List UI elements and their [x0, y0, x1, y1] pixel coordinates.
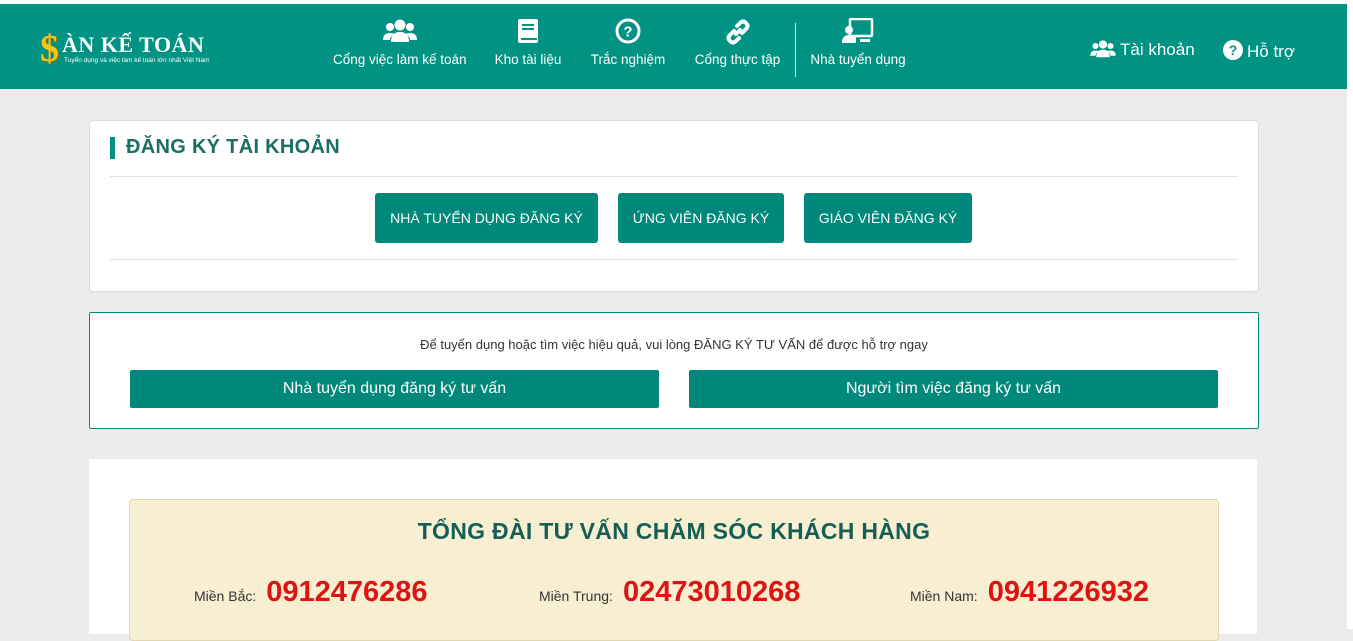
title-accent-bar	[110, 137, 115, 159]
question-circle-icon: ?	[1223, 40, 1243, 60]
region-label: Miền Trung:	[539, 588, 613, 604]
book-icon	[494, 18, 562, 46]
site-logo[interactable]: $ ÀN KẾ TOÁN Tuyển dụng và việc làm kế t…	[40, 30, 240, 70]
advice-text: Để tuyển dụng hoặc tìm việc hiệu quả, vu…	[420, 337, 928, 352]
hotline-north: Miền Bắc: 0912476286	[194, 576, 428, 609]
region-label: Miền Bắc:	[194, 588, 257, 604]
users-icon	[333, 18, 466, 46]
register-card: ĐĂNG KÝ TÀI KHOẢN NHÀ TUYỂN DỤNG ĐĂNG KÝ…	[89, 120, 1259, 292]
header: $ ÀN KẾ TOÁN Tuyển dụng và việc làm kế t…	[0, 4, 1347, 89]
seeker-advice-button[interactable]: Người tìm việc đăng ký tư vấn	[689, 370, 1218, 408]
page-edge	[1347, 0, 1353, 629]
hotline-title: TỔNG ĐÀI TƯ VẤN CHĂM SÓC KHÁCH HÀNG	[417, 518, 931, 544]
candidate-register-button[interactable]: ỨNG VIÊN ĐĂNG KÝ	[618, 193, 784, 243]
logo-dollar: $	[40, 28, 59, 70]
nav-divider	[795, 23, 796, 77]
advice-card: Để tuyển dụng hoặc tìm việc hiệu quả, vu…	[89, 312, 1259, 429]
nav-item-employer[interactable]: Nhà tuyển dụng	[810, 18, 906, 78]
phone-number[interactable]: 0941226932	[988, 576, 1149, 608]
employer-advice-button[interactable]: Nhà tuyển dụng đăng ký tư vấn	[130, 370, 659, 408]
users-icon	[1090, 40, 1116, 58]
nav-item-documents[interactable]: Kho tài liệu	[494, 18, 562, 78]
phone-number[interactable]: 02473010268	[623, 576, 800, 608]
divider	[110, 176, 1238, 177]
hotline-box: TỔNG ĐÀI TƯ VẤN CHĂM SÓC KHÁCH HÀNG Miền…	[129, 499, 1219, 641]
nav-item-quiz[interactable]: ? Trắc nghiệm	[590, 18, 666, 78]
nav-label: Cổng thực tập	[694, 52, 781, 67]
link-icon	[694, 18, 781, 46]
logo-tagline: Tuyển dụng và việc làm kế toán lớn nhất …	[64, 57, 210, 64]
nav-label: Trắc nghiệm	[590, 52, 666, 67]
hotline-central: Miền Trung: 02473010268	[539, 576, 800, 609]
hotline-south: Miền Nam: 0941226932	[910, 576, 1149, 609]
employer-register-button[interactable]: NHÀ TUYỂN DỤNG ĐĂNG KÝ	[375, 193, 598, 243]
nav-item-accounting-jobs[interactable]: Cổng việc làm kế toán	[333, 18, 467, 78]
teacher-register-button[interactable]: GIÁO VIÊN ĐĂNG KÝ	[804, 193, 972, 243]
logo-name: ÀN KẾ TOÁN	[62, 32, 205, 57]
question-circle-icon: ?	[590, 18, 666, 46]
support-label: Hỗ trợ	[1247, 42, 1295, 61]
account-link[interactable]: Tài khoản	[1090, 40, 1195, 60]
account-label: Tài khoản	[1120, 40, 1195, 59]
presentation-icon	[810, 18, 906, 46]
svg-text:?: ?	[1229, 42, 1238, 58]
support-link[interactable]: ? Hỗ trợ	[1223, 40, 1295, 62]
svg-text:?: ?	[623, 24, 632, 41]
nav-item-internship[interactable]: Cổng thực tập	[694, 18, 781, 78]
nav-label: Cổng việc làm kế toán	[333, 52, 467, 67]
hotline-card: TỔNG ĐÀI TƯ VẤN CHĂM SÓC KHÁCH HÀNG Miền…	[89, 459, 1257, 641]
phone-number[interactable]: 0912476286	[266, 576, 427, 608]
nav-label: Nhà tuyển dụng	[810, 52, 906, 67]
divider	[110, 259, 1238, 260]
region-label: Miền Nam:	[910, 588, 978, 604]
nav-label: Kho tài liệu	[494, 52, 562, 67]
register-title: ĐĂNG KÝ TÀI KHOẢN	[126, 136, 340, 158]
